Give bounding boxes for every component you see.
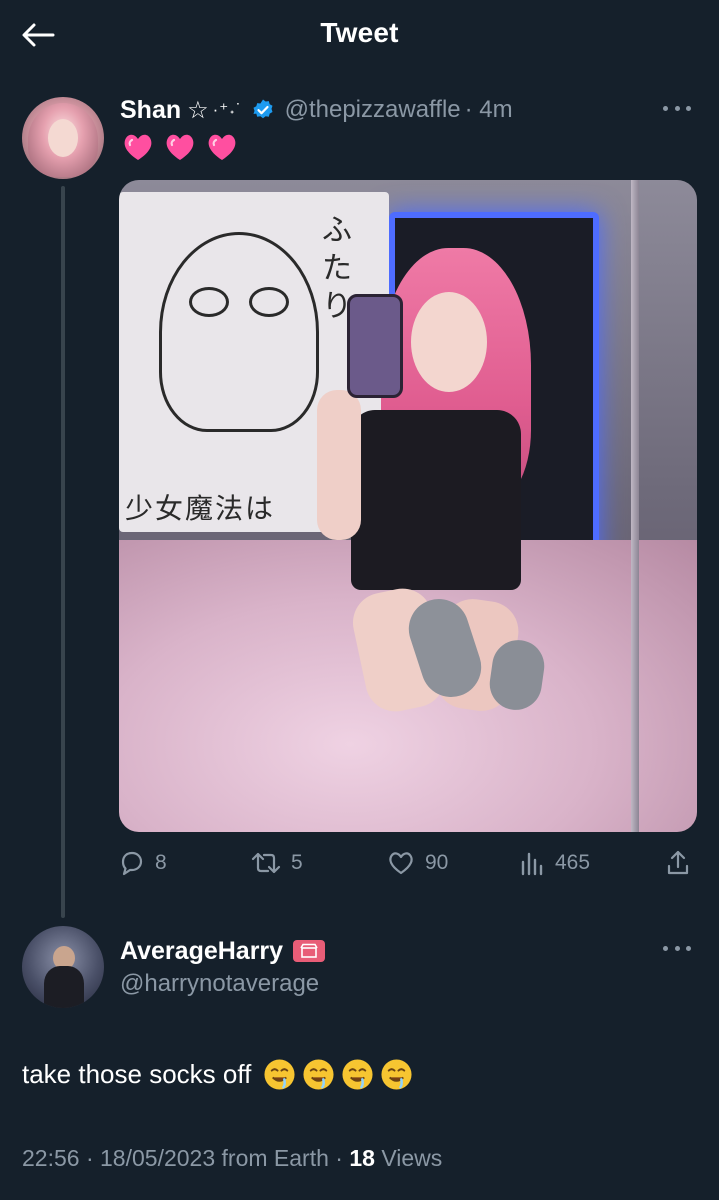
tweet-action-bar: 8 5 90 465 bbox=[119, 843, 697, 883]
reply-date[interactable]: 18/05/2023 bbox=[100, 1145, 215, 1171]
reply-button[interactable]: 8 bbox=[119, 843, 167, 883]
drooling-face-icon bbox=[342, 1059, 373, 1090]
tweet-author-row: Shan ☆ ·⁺˖˙ @thepizzawaffle · 4m bbox=[120, 92, 513, 128]
top-bar: Tweet bbox=[0, 0, 719, 70]
view-count: 465 bbox=[555, 851, 591, 874]
tweet-detail-screen: Tweet Shan ☆ ·⁺˖˙ @thepizzawaffle · 4m ふ… bbox=[0, 0, 719, 1200]
thread-connector-line bbox=[61, 186, 65, 918]
sparkle-decoration: ·⁺˖˙ bbox=[212, 100, 243, 119]
reply-meta: 22:56 · 18/05/2023 from Earth · 18 Views bbox=[22, 1145, 443, 1171]
shop-badge-icon bbox=[293, 940, 326, 962]
verified-badge-icon bbox=[251, 98, 275, 122]
retweet-count: 5 bbox=[291, 851, 303, 874]
reply-author-handle[interactable]: @harrynotaverage bbox=[120, 970, 319, 998]
reply-text: take those socks off bbox=[22, 1058, 413, 1091]
reply-text-content: take those socks off bbox=[22, 1059, 252, 1089]
drooling-face-icon bbox=[264, 1059, 295, 1090]
avatar[interactable] bbox=[22, 97, 104, 179]
reply-icon bbox=[121, 851, 143, 876]
author-name[interactable]: Shan bbox=[120, 96, 181, 125]
reply-emojis bbox=[263, 1058, 413, 1091]
reply-author-row: AverageHarry bbox=[120, 934, 326, 968]
share-button[interactable] bbox=[665, 843, 691, 883]
views-button[interactable]: 465 bbox=[519, 843, 590, 883]
tweet-media-image[interactable]: ふたり 少女魔法は bbox=[119, 180, 697, 832]
drooling-face-icon bbox=[381, 1059, 412, 1090]
pink-heart-icon bbox=[208, 134, 236, 160]
star-decoration: ☆ bbox=[187, 96, 209, 124]
reply-time[interactable]: 22:56 bbox=[22, 1145, 80, 1171]
reply-author-name[interactable]: AverageHarry bbox=[120, 937, 283, 966]
tweet-text bbox=[122, 132, 238, 162]
tapestry-text: 少女魔法は bbox=[125, 492, 276, 525]
drooling-face-icon bbox=[303, 1059, 334, 1090]
like-count: 90 bbox=[425, 851, 449, 874]
pink-heart-icon bbox=[124, 134, 152, 160]
analytics-icon bbox=[521, 852, 543, 876]
pink-heart-icon bbox=[166, 134, 194, 160]
author-handle[interactable]: @thepizzawaffle bbox=[285, 96, 461, 124]
tweet-time[interactable]: · 4m bbox=[465, 96, 513, 124]
reply-source: from Earth bbox=[221, 1145, 329, 1171]
reply-views-count: 18 bbox=[349, 1145, 375, 1171]
more-options-icon[interactable] bbox=[663, 98, 691, 118]
reply-count: 8 bbox=[155, 851, 167, 874]
like-button[interactable]: 90 bbox=[387, 843, 448, 883]
retweet-icon bbox=[251, 852, 281, 874]
share-icon bbox=[667, 850, 689, 875]
reply-avatar[interactable] bbox=[22, 926, 104, 1008]
page-title: Tweet bbox=[320, 17, 399, 48]
heart-outline-icon bbox=[389, 852, 413, 875]
retweet-button[interactable]: 5 bbox=[251, 843, 303, 883]
reply-views-label: Views bbox=[381, 1145, 443, 1171]
reply-more-options-icon[interactable] bbox=[663, 938, 691, 958]
